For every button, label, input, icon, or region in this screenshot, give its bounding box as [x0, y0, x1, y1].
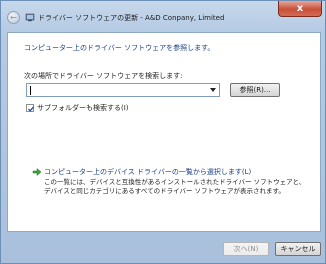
- include-subfolders-label: サブフォルダーも検索する(I): [37, 104, 129, 112]
- next-button[interactable]: 次へ(N): [223, 242, 269, 256]
- back-button[interactable]: ←: [7, 11, 20, 24]
- pick-driver-link[interactable]: コンピューター上のデバイス ドライバーの一覧から選択します(L): [44, 167, 251, 177]
- pick-driver-description: この一覧には、デバイスと互換性があるインストールされたドライバー ソフトウェアと…: [44, 178, 306, 195]
- cancel-button[interactable]: キャンセル: [275, 242, 321, 256]
- chevron-down-icon: [210, 88, 216, 92]
- text-caret: [30, 86, 31, 95]
- dialog-window: x ← ドライバー ソフトウェアの更新 - A&D Conpany, Limit…: [0, 0, 326, 264]
- content-panel: コンピューター上のドライバー ソフトウェアを参照します。 次の場所でドライバー …: [7, 32, 321, 232]
- close-icon: x: [296, 3, 304, 14]
- path-dropdown-button[interactable]: [208, 85, 218, 95]
- include-subfolders-checkbox[interactable]: [26, 104, 35, 112]
- page-heading: コンピューター上のドライバー ソフトウェアを参照します。: [24, 44, 215, 52]
- window-title: ドライバー ソフトウェアの更新 - A&D Conpany, Limited: [38, 14, 225, 22]
- checkmark-icon: [28, 106, 35, 112]
- back-arrow-icon: ←: [10, 13, 17, 22]
- green-arrow-icon: [32, 167, 42, 177]
- path-combobox[interactable]: [26, 83, 220, 97]
- search-location-label: 次の場所でドライバー ソフトウェアを検索します:: [24, 72, 183, 80]
- close-button[interactable]: x: [278, 1, 322, 17]
- include-subfolders-row[interactable]: サブフォルダーも検索する(I): [26, 103, 129, 113]
- path-input[interactable]: [29, 84, 205, 96]
- driver-device-icon: [25, 13, 35, 22]
- browse-button[interactable]: 参照(R)...: [230, 83, 280, 97]
